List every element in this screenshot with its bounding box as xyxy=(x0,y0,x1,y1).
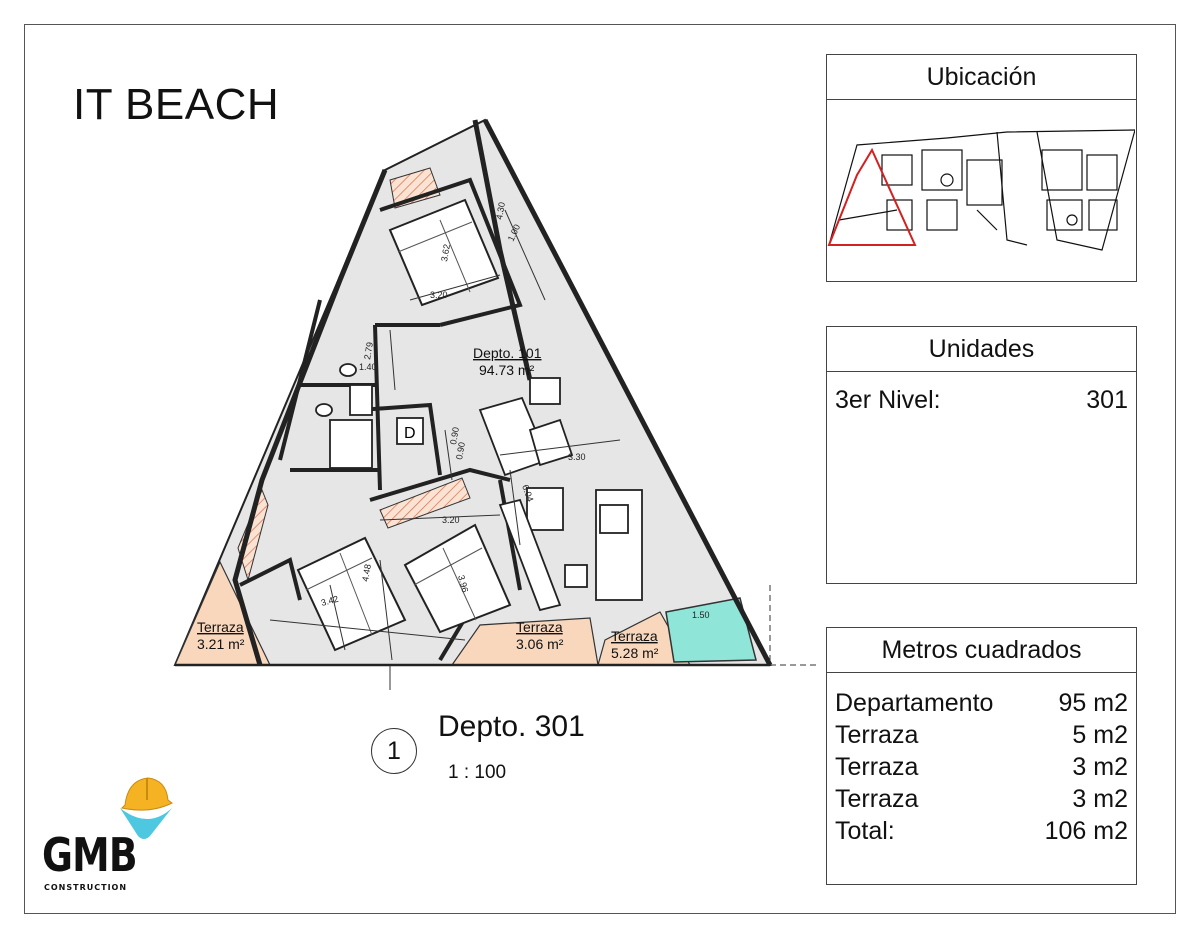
area-row-label: Terraza xyxy=(835,753,919,781)
dim-3-20-mid: 3.20 xyxy=(442,515,460,525)
terrace-right-label: Terraza xyxy=(611,628,658,644)
toilet-lower xyxy=(315,403,333,417)
vanity xyxy=(349,384,373,416)
area-row: Terraza 3 m2 xyxy=(835,751,1128,783)
area-panel: Metros cuadrados Departamento 95 m2 Terr… xyxy=(826,627,1137,885)
washer-label: D xyxy=(404,425,416,442)
view-title: Depto. 301 xyxy=(438,710,585,743)
area-row-label: Terraza xyxy=(835,721,919,749)
dim-1-40: 1.40 xyxy=(359,362,377,372)
area-row-value: 5 m2 xyxy=(1072,721,1128,749)
area-row-total: Total: 106 m2 xyxy=(835,815,1128,847)
area-row-value: 106 m2 xyxy=(1044,817,1128,845)
level-value: 301 xyxy=(1086,386,1128,414)
area-row: Departamento 95 m2 xyxy=(835,687,1128,719)
units-panel-title: Unidades xyxy=(827,327,1136,372)
company-logo-subtitle: CONSTRUCTION xyxy=(44,883,128,892)
unit-area: 94.73 m² xyxy=(479,362,535,378)
area-row-value: 3 m2 xyxy=(1072,785,1128,813)
bathtub xyxy=(329,419,373,469)
coffee-table xyxy=(529,377,561,405)
location-panel: Ubicación xyxy=(826,54,1137,282)
level-label: 3er Nivel: xyxy=(835,386,941,414)
units-row: 3er Nivel: 301 xyxy=(827,386,1136,415)
area-row-value: 3 m2 xyxy=(1072,753,1128,781)
stove xyxy=(599,504,629,534)
area-list: Departamento 95 m2 Terraza 5 m2 Terraza … xyxy=(827,673,1136,847)
area-row-value: 95 m2 xyxy=(1058,689,1128,717)
units-panel: Unidades 3er Nivel: 301 xyxy=(826,326,1137,584)
terrace-middle-label: Terraza xyxy=(516,619,563,635)
terrace-left-area: 3.21 m² xyxy=(197,636,245,652)
area-panel-title: Metros cuadrados xyxy=(827,628,1136,673)
view-number-bubble: 1 xyxy=(371,728,417,774)
site-key-plan xyxy=(827,129,1135,251)
terrace-middle-area: 3.06 m² xyxy=(516,636,564,652)
area-row-label: Departamento xyxy=(835,689,994,717)
location-panel-title: Ubicación xyxy=(827,55,1136,100)
dim-3-20-top: 3.20 xyxy=(430,290,448,300)
view-scale: 1 : 100 xyxy=(448,762,507,783)
sink xyxy=(564,564,588,588)
area-row: Terraza 3 m2 xyxy=(835,783,1128,815)
toilet-upper xyxy=(339,363,357,377)
company-logo-text: GMB xyxy=(42,828,138,882)
terrace-right-area: 5.28 m² xyxy=(611,645,659,661)
dim-1-50: 1.50 xyxy=(692,610,710,620)
area-row-label: Terraza xyxy=(835,785,919,813)
area-row-label: Total: xyxy=(835,817,895,845)
unit-label: Depto. 101 xyxy=(473,345,542,361)
area-row: Terraza 5 m2 xyxy=(835,719,1128,751)
dim-3-30: 3.30 xyxy=(568,452,586,462)
terrace-left-label: Terraza xyxy=(197,619,244,635)
